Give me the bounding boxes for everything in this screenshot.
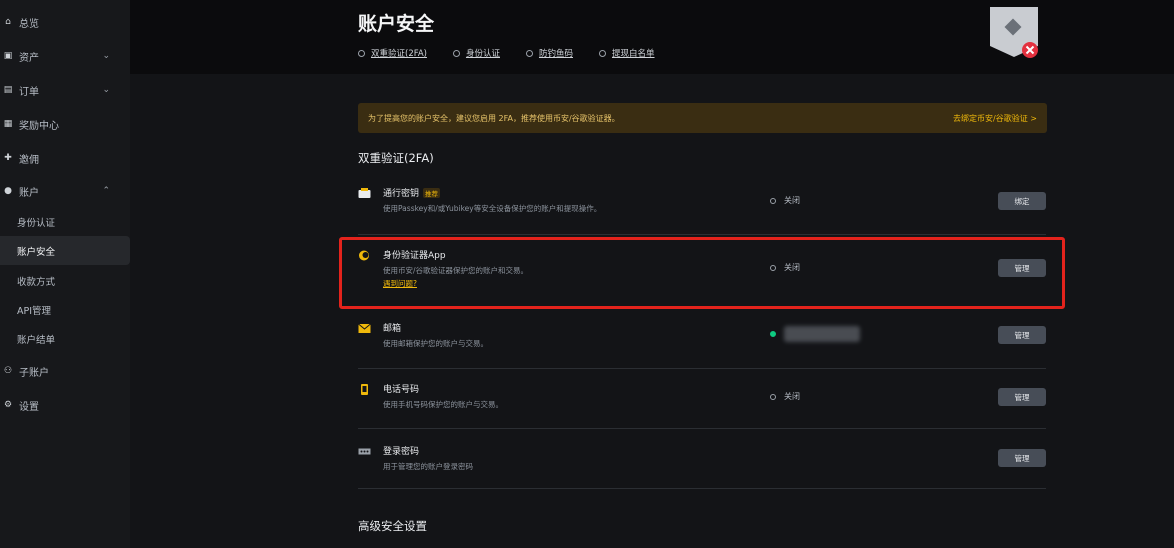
status-text: 关闭 <box>784 392 800 401</box>
email-icon <box>358 323 371 333</box>
section-title-advanced: 高级安全设置 <box>358 519 427 533</box>
bullet-icon <box>525 49 533 57</box>
manage-button[interactable]: 管理 <box>998 326 1046 344</box>
security-shield-icon <box>990 7 1038 58</box>
divider <box>358 428 1046 429</box>
recommended-badge: 推荐 <box>423 188 441 198</box>
status-dot-icon <box>770 197 776 204</box>
sidebar-subitem-identity[interactable]: 身份认证 <box>17 215 55 229</box>
subaccount-icon: ⚇ <box>3 366 13 376</box>
row-desc: 用于管理您的账户登录密码 <box>383 462 473 471</box>
sidebar-item-label: 账户 <box>19 187 39 199</box>
banner-text: 为了提高您的账户安全，建议您启用 2FA，推荐使用币安/谷歌验证器。 <box>368 113 620 123</box>
row-name: 登录密码 <box>383 447 420 457</box>
orders-icon: ▤ <box>3 85 13 95</box>
chevron-up-icon: ⌃ <box>102 186 110 196</box>
sidebar-item-label: 邀佣 <box>19 154 39 166</box>
tab-2fa[interactable]: 双重验证(2FA) <box>358 47 427 59</box>
row-passkey: 通行密钥 推荐 使用Passkey和/或Yubikey等安全设备保护您的账户和提现… <box>358 186 1046 226</box>
divider <box>358 234 1046 235</box>
sidebar-subitem-payment[interactable]: 收款方式 <box>17 274 55 288</box>
bullet-icon <box>358 49 365 57</box>
home-icon: ⌂ <box>5 17 11 27</box>
sidebar-item-label: 设置 <box>19 401 39 413</box>
sidebar-item-settings[interactable]: ⚙ 设置 <box>0 391 128 419</box>
row-password: 登录密码 用于管理您的账户登录密码 管理 <box>358 444 1046 484</box>
phone-icon <box>361 384 368 395</box>
sidebar-item-overview[interactable]: ⌂ 总览 <box>0 8 128 36</box>
row-status: 关闭 <box>770 195 800 206</box>
bullet-icon <box>599 49 606 57</box>
sidebar-item-subaccount[interactable]: ⚇ 子账户 <box>0 357 128 385</box>
sidebar-item-assets[interactable]: ▣ 资产 ⌄ <box>0 42 128 70</box>
sidebar-item-orders[interactable]: ▤ 订单 ⌄ <box>0 76 128 104</box>
banner-link[interactable]: 去绑定币安/谷歌验证 > <box>953 113 1037 124</box>
row-name: 通行密钥 推荐 <box>383 186 441 199</box>
row-name-text: 通行密钥 <box>383 189 420 199</box>
section-tabs: 双重验证(2FA) 身份认证 防钓鱼码 提现白名单 <box>358 47 681 59</box>
chevron-down-icon: ⌄ <box>102 85 110 95</box>
manage-button[interactable]: 管理 <box>998 449 1046 467</box>
bullet-icon <box>452 49 460 57</box>
row-desc: 使用邮箱保护您的账户与交易。 <box>383 339 488 348</box>
gear-icon: ⚙ <box>3 400 13 410</box>
tab-whitelist[interactable]: 提现白名单 <box>599 47 655 59</box>
status-text: 关闭 <box>784 196 800 205</box>
tab-label: 防钓鱼码 <box>538 49 573 59</box>
divider <box>358 368 1046 369</box>
sidebar-subitem-statements[interactable]: 账户结单 <box>17 332 55 346</box>
section-title-2fa: 双重验证(2FA) <box>358 151 434 165</box>
bind-button[interactable]: 绑定 <box>998 192 1046 210</box>
sidebar-item-label: 资产 <box>19 52 39 64</box>
tab-label: 双重验证(2FA) <box>371 49 427 59</box>
row-phone: 电话号码 使用手机号码保护您的账户与交易。 关闭 管理 <box>358 382 1046 422</box>
row-name: 电话号码 <box>383 385 420 395</box>
page-title: 账户安全 <box>358 13 435 35</box>
row-desc: 使用手机号码保护您的账户与交易。 <box>383 400 503 409</box>
sidebar-item-label: 子账户 <box>19 367 49 379</box>
row-status: 关闭 <box>770 391 800 402</box>
manage-button[interactable]: 管理 <box>998 388 1046 406</box>
row-status <box>770 326 860 342</box>
tab-anti-phishing[interactable]: 防钓鱼码 <box>525 47 573 59</box>
sidebar: ⌂ 总览 ▣ 资产 ⌄ ▤ 订单 ⌄ ▦ 奖励中心 ✚ 邀佣 ● 账户 ⌃ 身份… <box>0 0 130 548</box>
sidebar-item-account[interactable]: ● 账户 ⌃ <box>0 177 128 205</box>
sidebar-item-referral[interactable]: ✚ 邀佣 <box>0 144 128 172</box>
sidebar-subitem-account-security[interactable]: 账户安全 <box>17 244 55 258</box>
status-dot-icon <box>770 393 776 400</box>
reward-icon: ▦ <box>3 119 13 129</box>
warning-banner: 为了提高您的账户安全，建议您启用 2FA，推荐使用币安/谷歌验证器。 去绑定币安… <box>358 103 1047 133</box>
row-name: 邮箱 <box>383 324 402 334</box>
tab-identity[interactable]: 身份认证 <box>452 47 500 59</box>
sidebar-item-label: 奖励中心 <box>19 120 59 132</box>
user-icon: ● <box>4 186 12 196</box>
sidebar-item-label: 订单 <box>19 86 39 98</box>
sidebar-subitem-api[interactable]: API管理 <box>17 303 51 317</box>
tab-label: 提现白名单 <box>612 49 655 59</box>
wallet-icon: ▣ <box>3 51 13 61</box>
status-dot-icon <box>770 331 776 337</box>
passkey-icon <box>358 188 371 198</box>
highlight-box <box>339 237 1065 309</box>
row-email: 邮箱 使用邮箱保护您的账户与交易。 管理 <box>358 321 1046 361</box>
password-icon <box>358 448 371 455</box>
sidebar-item-label: 总览 <box>19 18 39 30</box>
sidebar-item-rewards[interactable]: ▦ 奖励中心 <box>0 110 128 138</box>
redacted-email <box>784 326 860 342</box>
tab-label: 身份认证 <box>465 49 500 59</box>
divider <box>358 488 1046 489</box>
chevron-down-icon: ⌄ <box>102 51 110 61</box>
referral-icon: ✚ <box>4 153 12 163</box>
row-desc: 使用Passkey和/或Yubikey等安全设备保护您的账户和提现操作。 <box>383 204 602 213</box>
